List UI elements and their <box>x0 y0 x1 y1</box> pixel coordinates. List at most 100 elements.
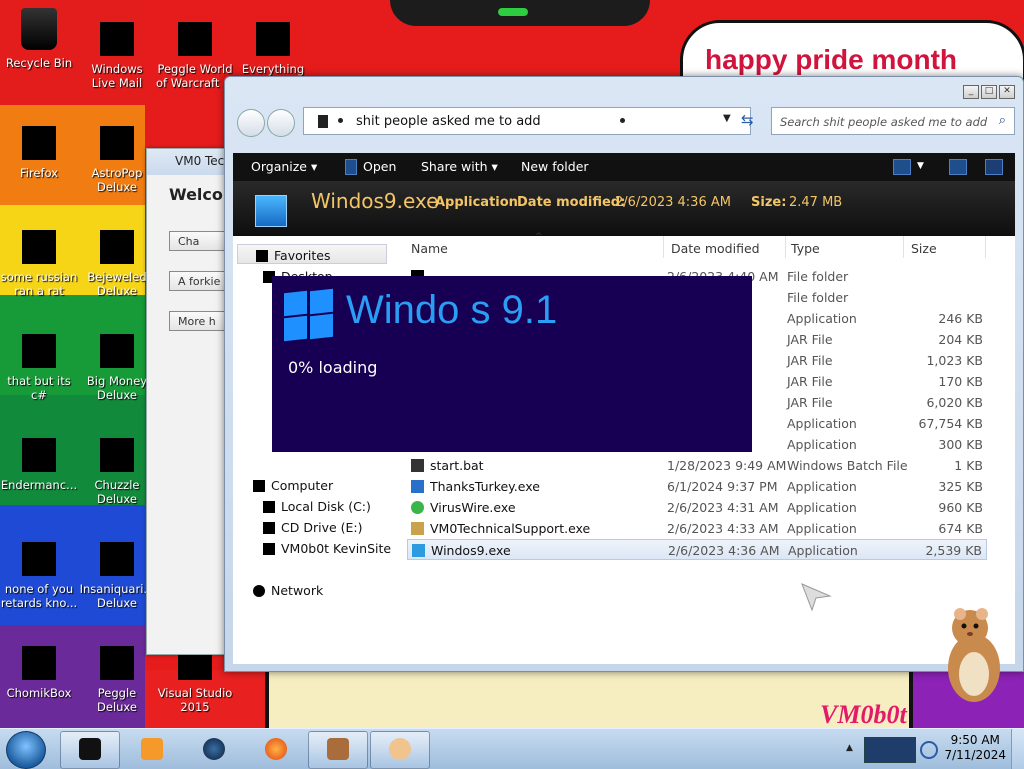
desktop-icon-peggle-wow[interactable]: Peggle World of Warcraft ... <box>156 22 234 90</box>
desktop-icon-none-of-you[interactable]: none of you retards kno... <box>0 542 78 610</box>
desktop-icon-bejeweled[interactable]: Bejeweled Deluxe <box>78 230 156 298</box>
tray-app-icon[interactable] <box>864 737 916 763</box>
desktop-icon-label: Peggle Deluxe <box>97 686 137 714</box>
turkey-icon <box>411 480 424 493</box>
nav-label: Favorites <box>274 248 331 263</box>
watermark-logo: VM0b0t <box>820 700 907 729</box>
nav-item-network[interactable]: Network <box>253 583 323 598</box>
desktop-icon-csharp[interactable]: that but its c# <box>0 334 78 402</box>
chevron-down-icon[interactable]: ▼ <box>723 113 731 124</box>
details-size-label: Size: <box>751 195 787 210</box>
share-with-menu[interactable]: Share with ▾ <box>421 159 498 174</box>
mouse-pointer-icon <box>801 583 832 612</box>
file-name: Windos9.exe <box>431 543 511 558</box>
desktop-icon-insaniquarium[interactable]: Insaniquari... Deluxe <box>78 542 156 610</box>
clock[interactable]: 9:50 AM 7/11/2024 <box>944 733 1006 763</box>
taskbar-app-media-player[interactable] <box>122 731 182 769</box>
organize-menu[interactable]: Organize ▾ <box>251 159 317 174</box>
preview-pane-icon[interactable] <box>949 159 967 175</box>
minimize-button[interactable]: _ <box>963 85 979 99</box>
desktop-icon-peggle-deluxe[interactable]: Peggle Deluxe <box>78 646 156 714</box>
hamster-mascot <box>948 608 1000 702</box>
desktop-icon-chomikbox[interactable]: ChomikBox <box>0 646 78 700</box>
taskbar-app-firefox[interactable] <box>246 731 306 769</box>
support-person-icon <box>411 522 424 535</box>
desktop-icon-astropop[interactable]: AstroPop Deluxe <box>78 126 156 194</box>
column-divider <box>985 236 986 258</box>
maximize-button[interactable]: □ <box>981 85 997 99</box>
desktop-icon-visual-studio[interactable]: Visual Studio 2015 <box>156 646 234 714</box>
nav-item-favorites[interactable]: Favorites <box>237 244 387 264</box>
refresh-icon[interactable]: ⇆ <box>741 111 754 129</box>
file-row[interactable]: start.bat 1/28/2023 9:49 AM Windows Batch … <box>407 455 987 476</box>
search-placeholder: Search shit people asked me to add <box>780 115 988 129</box>
nav-item-local-disk[interactable]: Local Disk (C:) <box>263 499 371 514</box>
search-input[interactable]: Search shit people asked me to add ⌕ <box>771 107 1015 135</box>
desktop-icon-recycle-bin[interactable]: Recycle Bin <box>0 8 78 70</box>
nav-item-site[interactable]: VM0b0t KevinSite <box>263 541 391 556</box>
virus-icon <box>411 501 424 514</box>
back-arrow-icon[interactable] <box>237 109 265 137</box>
help-icon[interactable] <box>985 159 1003 175</box>
recycle-bin-icon <box>21 8 57 50</box>
column-header-size[interactable]: Size <box>911 241 937 256</box>
file-type: Application <box>787 437 857 452</box>
taskbar-app-explorer[interactable] <box>60 731 120 769</box>
start-button[interactable] <box>6 731 46 769</box>
close-button[interactable]: ✕ <box>999 85 1015 99</box>
desktop-icon-enderman[interactable]: Endermanc... <box>0 438 78 492</box>
taskbar: ▲ 9:50 AM 7/11/2024 <box>0 728 1024 769</box>
app-icon <box>22 230 56 264</box>
support-person-icon <box>389 738 411 760</box>
app-icon <box>22 542 56 576</box>
folder-icon <box>318 115 328 128</box>
taskbar-app-chomikbox[interactable] <box>308 731 368 769</box>
nav-item-computer[interactable]: Computer <box>253 478 333 493</box>
file-type: Application <box>787 479 857 494</box>
hamster-icon <box>22 646 56 680</box>
forward-arrow-icon[interactable] <box>267 109 295 137</box>
file-name: ThanksTurkey.exe <box>430 479 540 494</box>
address-bar[interactable]: shit people asked me to add <box>303 107 751 135</box>
new-folder-button[interactable]: New folder <box>521 159 589 174</box>
breadcrumb-separator <box>338 118 343 123</box>
file-row[interactable]: VirusWire.exe 2/6/2023 4:31 AM Application… <box>407 497 987 518</box>
taskbar-app-support[interactable] <box>370 731 430 769</box>
chevron-down-icon[interactable]: ▼ <box>917 161 924 171</box>
show-desktop-button[interactable] <box>1011 729 1024 769</box>
file-type: File folder <box>787 269 849 284</box>
column-header-date[interactable]: Date modified <box>671 241 760 256</box>
show-hidden-icons-icon[interactable]: ▲ <box>846 743 853 753</box>
column-header-name[interactable]: Name <box>411 241 448 256</box>
wallpaper-device <box>390 0 650 26</box>
taskbar-app-globe[interactable] <box>184 731 244 769</box>
address-text: shit people asked me to add <box>356 114 541 129</box>
search-icon[interactable]: ⌕ <box>999 113 1006 128</box>
file-size: 6,020 KB <box>926 395 983 410</box>
file-row-selected[interactable]: Windos9.exe 2/6/2023 4:36 AM Application 2,… <box>407 539 987 560</box>
desktop-icon-russian-rat[interactable]: some russian ran a rat <box>0 230 78 298</box>
desktop-icon-big-money[interactable]: Big Money Deluxe <box>78 334 156 402</box>
desktop-icon-mail[interactable]: Windows Live Mail <box>78 22 156 90</box>
open-button[interactable]: Open <box>363 159 396 174</box>
desktop-icon-everything[interactable]: Everything <box>234 22 312 76</box>
desktop-icon-label: Big Money Deluxe <box>86 374 148 402</box>
globe-icon <box>203 738 225 760</box>
file-type: JAR File <box>787 395 833 410</box>
app-icon <box>22 438 56 472</box>
desktop-icon-chuzzle[interactable]: Chuzzle Deluxe <box>78 438 156 506</box>
desktop-icon-label: Recycle Bin <box>5 56 73 70</box>
file-size: 204 KB <box>938 332 983 347</box>
peggle-icon <box>178 22 212 56</box>
nav-item-cd-drive[interactable]: CD Drive (E:) <box>263 520 363 535</box>
desktop-icon-label: some russian ran a rat <box>0 270 78 298</box>
file-type: Application <box>787 500 857 515</box>
file-row[interactable]: VM0TechnicalSupport.exe 2/6/2023 4:33 AM A… <box>407 518 987 539</box>
desktop-icon-firefox[interactable]: Firefox <box>0 126 78 180</box>
view-options-icon[interactable] <box>893 159 911 175</box>
file-type: File folder <box>787 290 849 305</box>
column-header-type[interactable]: Type <box>791 241 820 256</box>
media-player-icon <box>141 738 163 760</box>
file-row[interactable]: ThanksTurkey.exe 6/1/2024 9:37 PM Applicat… <box>407 476 987 497</box>
network-status-icon[interactable] <box>920 741 938 759</box>
